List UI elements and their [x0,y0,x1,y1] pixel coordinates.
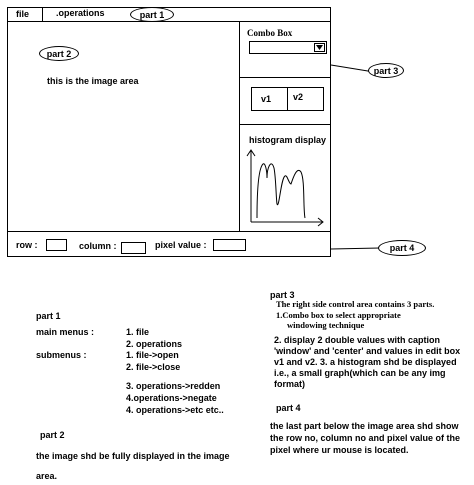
part3-item2-line2: 'window' and 'center' and values in edit… [274,346,461,356]
callout-connectors [330,64,381,250]
submenu-item-5: 4. operations->etc etc.. [126,405,224,415]
part4-line1: the last part below the image area shd s… [270,421,459,431]
menu-item-2: 2. operations [126,339,183,349]
part3-item1-line2: windowing technique [287,320,365,330]
submenu-item-2: 2. file->close [126,362,181,372]
callout-part3: part 3 [368,63,404,78]
part3-item2-line5: format) [274,379,305,389]
part2-text-2: area. [36,471,58,481]
part1-heading: part 1 [36,311,61,321]
part3-item2-line4: i.e., a small graph(which can be any img [274,368,446,378]
callout-part4: part 4 [378,240,426,256]
part2-heading: part 2 [40,430,65,440]
part4-heading: part 4 [276,403,301,413]
part2-text-1: the image shd be fully displayed in the … [36,451,230,461]
part3-item2-line3: v1 and v2. 3. a histogram shd be display… [274,357,457,367]
main-menus-label: main menus : [36,327,95,337]
part3-intro: The right side control area contains 3 p… [276,299,435,309]
submenu-item-3: 3. operations->redden [126,381,221,391]
part3-item2-line1: 2. display 2 double values with caption [274,335,441,345]
part4-line2: the row no, column no and pixel value of… [270,433,461,443]
part3-item1-line1: 1.Combo box to select appropriate [276,310,401,320]
submenus-label: submenus : [36,350,87,360]
part4-line3: pixel where ur mouse is located. [270,445,409,455]
menu-item-1: 1. file [126,327,150,337]
submenu-item-1: 1. file->open [126,350,179,360]
submenu-item-4: 4.operations->negate [126,393,217,403]
